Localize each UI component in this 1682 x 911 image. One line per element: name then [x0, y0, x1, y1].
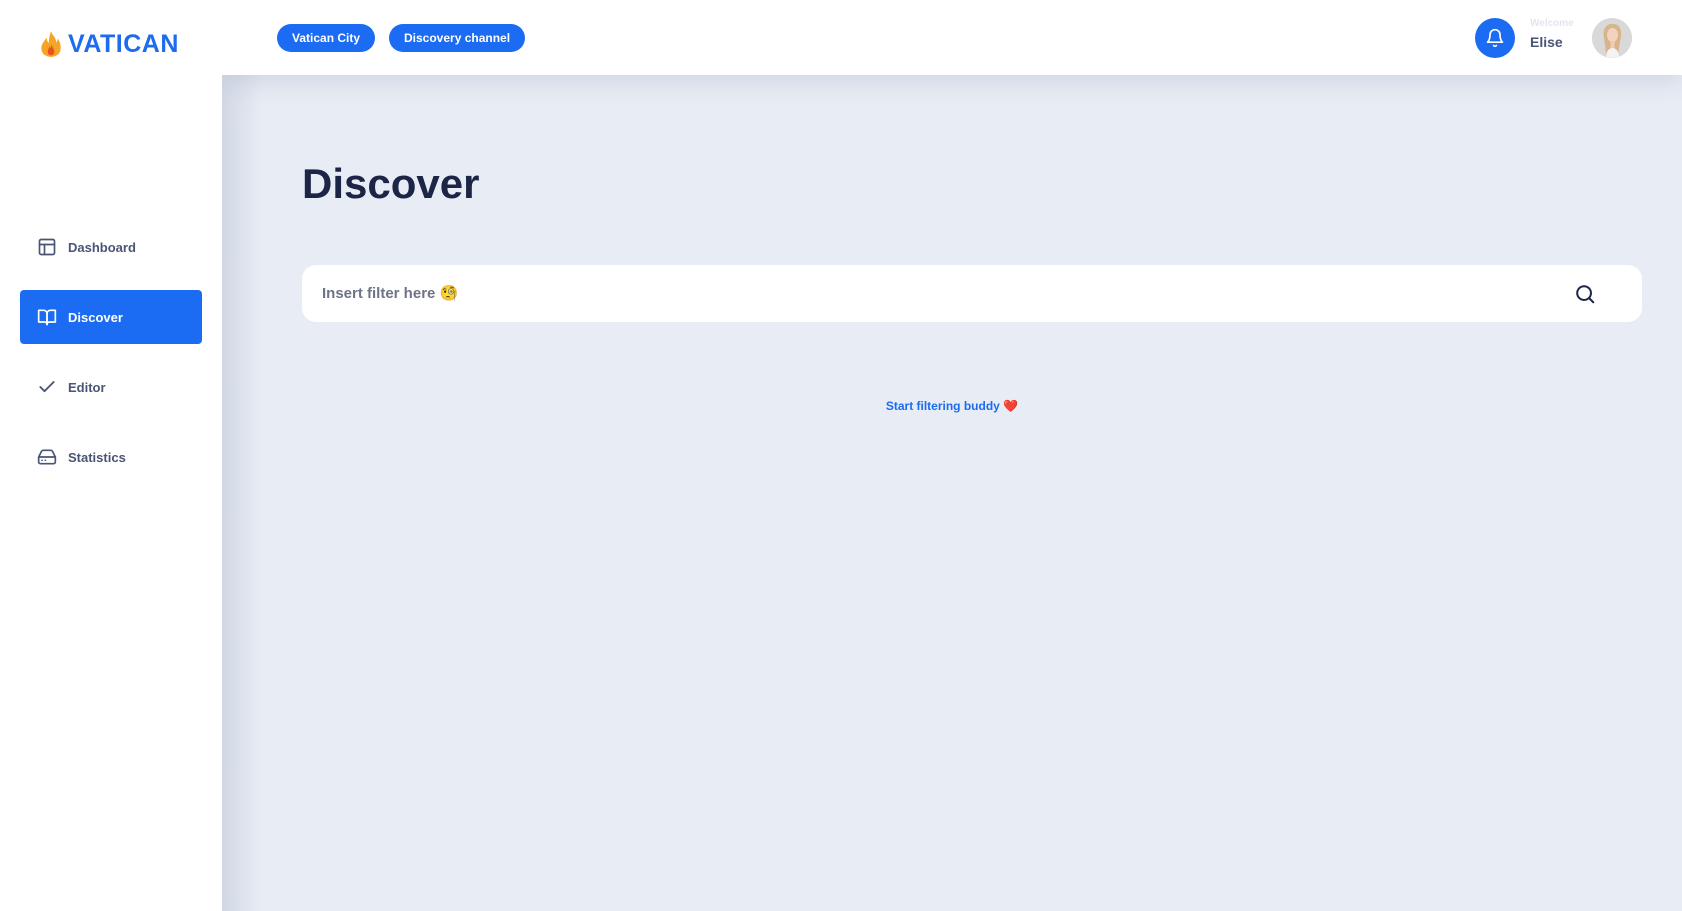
- pill-discovery-channel[interactable]: Discovery channel: [389, 24, 526, 52]
- book-open-icon: [36, 306, 58, 328]
- username: Elise: [1530, 34, 1563, 50]
- layout-icon: [36, 236, 58, 258]
- heart-emoji: ❤️: [1003, 399, 1019, 413]
- flame-icon: [41, 31, 61, 57]
- sidebar-nav: Dashboard Discover Editor Statistics: [20, 220, 202, 500]
- sidebar-item-label: Dashboard: [68, 239, 136, 255]
- welcome-label: Welcome: [1530, 18, 1574, 29]
- check-icon: [36, 376, 58, 398]
- search-input[interactable]: [320, 265, 1550, 322]
- sidebar-item-discover[interactable]: Discover: [20, 290, 202, 344]
- hint-text: Start filtering buddy: [885, 399, 1000, 413]
- main-content: [222, 0, 1682, 911]
- sidebar-item-label: Editor: [68, 379, 106, 395]
- sidebar-item-label: Statistics: [68, 449, 126, 465]
- brand-logo[interactable]: VATICAN: [38, 28, 179, 60]
- pill-vatican-city[interactable]: Vatican City: [277, 24, 376, 52]
- topbar: Vatican City Discovery channel Welcome E…: [222, 0, 1682, 75]
- app-window: VATICAN Dashboard Discover Editor Statis…: [0, 0, 1682, 911]
- sidebar-shadow: [222, 0, 262, 911]
- sidebar-item-label: Discover: [68, 309, 123, 325]
- sidebar-item-editor[interactable]: Editor: [20, 360, 202, 414]
- search-bar: [302, 265, 1642, 322]
- hard-drive-icon: [36, 446, 58, 468]
- brand-name: VATICAN: [68, 29, 179, 58]
- notification-button[interactable]: [1475, 18, 1515, 58]
- sidebar-item-statistics[interactable]: Statistics: [20, 430, 202, 484]
- sidebar: VATICAN Dashboard Discover Editor Statis…: [0, 0, 222, 911]
- avatar-image: [1592, 18, 1632, 58]
- search-icon: [1576, 285, 1595, 304]
- avatar[interactable]: [1592, 18, 1632, 58]
- sidebar-item-dashboard[interactable]: Dashboard: [20, 220, 202, 274]
- empty-state-hint: Start filtering buddy ❤️: [0, 399, 1682, 413]
- search-button[interactable]: [1572, 281, 1598, 307]
- page-title: Discover: [302, 160, 480, 207]
- bell-icon: [1486, 28, 1504, 48]
